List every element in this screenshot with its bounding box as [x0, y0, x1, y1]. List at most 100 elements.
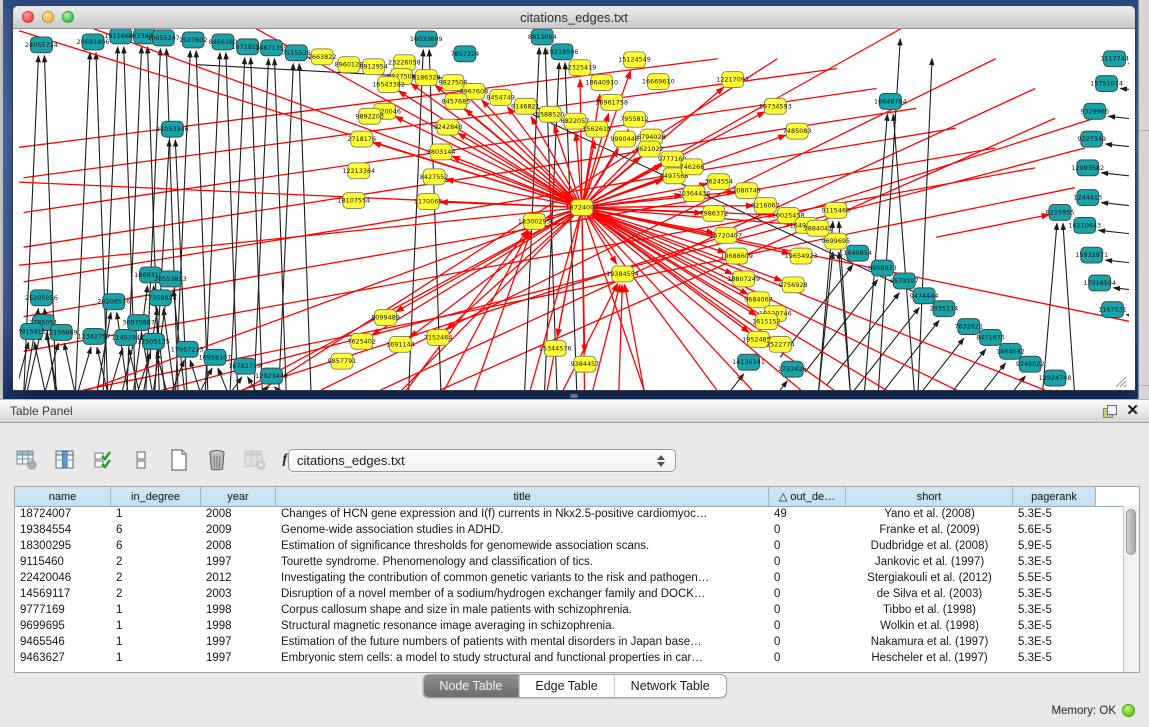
table-cell[interactable]: 5.3E-5: [1013, 588, 1096, 600]
table-cell[interactable]: 0: [769, 652, 846, 664]
table-cell[interactable]: Disruption of a novel member of a sodium…: [276, 588, 769, 600]
table-cell[interactable]: 5.9E-5: [1013, 540, 1096, 552]
network-graph[interactable]: 1872400776638228960128891295423226058982…: [19, 29, 1129, 390]
column-header-0[interactable]: name: [15, 487, 111, 506]
table-cell[interactable]: 2009: [201, 524, 276, 536]
table-cell[interactable]: 9465546: [15, 636, 111, 648]
table-row[interactable]: 969969511998Structural magnetic resonanc…: [15, 618, 1124, 634]
table-cell[interactable]: 19384554: [15, 524, 111, 536]
minimize-window-button[interactable]: [42, 11, 54, 23]
table-cell[interactable]: Structural magnetic resonance image aver…: [276, 620, 769, 632]
table-header-row[interactable]: namein_degreeyeartitle△ out_de…shortpage…: [15, 487, 1139, 507]
select-column-icon[interactable]: [52, 447, 78, 473]
tab-edge-table[interactable]: Edge Table: [519, 675, 614, 697]
table-cell[interactable]: 1: [111, 652, 201, 664]
row-options-icon[interactable]: [128, 447, 154, 473]
table-row[interactable]: 1938455462009Genome-wide association stu…: [15, 522, 1124, 538]
table-cell[interactable]: 1998: [201, 604, 276, 616]
table-cell[interactable]: 5.3E-5: [1013, 508, 1096, 520]
zoom-window-button[interactable]: [62, 11, 74, 23]
table-cell[interactable]: 1: [111, 620, 201, 632]
scrollbar-thumb[interactable]: [1126, 509, 1136, 555]
table-cell[interactable]: 9115460: [15, 556, 111, 568]
table-cell[interactable]: 1: [111, 636, 201, 648]
new-column-icon[interactable]: [166, 447, 192, 473]
table-cell[interactable]: 0: [769, 588, 846, 600]
network-window-titlebar[interactable]: citations_edges.txt: [13, 6, 1135, 29]
float-panel-icon[interactable]: [1103, 405, 1116, 417]
tab-network-table[interactable]: Network Table: [615, 675, 726, 697]
column-header-4[interactable]: △ out_de…: [769, 487, 846, 506]
table-cell[interactable]: Corpus callosum shape and size in male p…: [276, 604, 769, 616]
table-cell[interactable]: Tourette syndrome. Phenomenology and cla…: [276, 556, 769, 568]
table-cell[interactable]: Stergiakouli et al. (2012): [846, 572, 1013, 584]
table-cell[interactable]: Estimation of significance thresholds fo…: [276, 540, 769, 552]
delete-column-icon[interactable]: [204, 447, 230, 473]
table-cell[interactable]: 9777169: [15, 604, 111, 616]
table-cell[interactable]: 6: [111, 540, 201, 552]
table-cell[interactable]: 5.3E-5: [1013, 620, 1096, 632]
table-cell[interactable]: 2: [111, 588, 201, 600]
table-cell[interactable]: 9463627: [15, 652, 111, 664]
table-selector-dropdown[interactable]: citations_edges.txt: [288, 449, 676, 472]
table-cell[interactable]: 2003: [201, 588, 276, 600]
table-cell[interactable]: 1997: [201, 636, 276, 648]
table-row[interactable]: 1830029562008Estimation of significance …: [15, 538, 1124, 554]
panel-splitter[interactable]: [570, 394, 578, 398]
close-panel-icon[interactable]: ✕: [1126, 405, 1139, 417]
table-cell[interactable]: Franke et al. (2009): [846, 524, 1013, 536]
column-header-2[interactable]: year: [201, 487, 276, 506]
node-table[interactable]: namein_degreeyeartitle△ out_de…shortpage…: [14, 486, 1140, 673]
table-row[interactable]: 911546021997Tourette syndrome. Phenomeno…: [15, 554, 1124, 570]
table-row[interactable]: 2242004622012Investigating the contribut…: [15, 570, 1124, 586]
table-cell[interactable]: 1997: [201, 556, 276, 568]
table-cell[interactable]: Tibbo et al. (1998): [846, 604, 1013, 616]
table-cell[interactable]: Dudbridge et al. (2008): [846, 540, 1013, 552]
table-cell[interactable]: 2: [111, 572, 201, 584]
table-cell[interactable]: 5.6E-5: [1013, 524, 1096, 536]
table-cell[interactable]: 0: [769, 540, 846, 552]
table-cell[interactable]: 49: [769, 508, 846, 520]
table-cell[interactable]: 0: [769, 636, 846, 648]
table-settings-icon[interactable]: [14, 447, 40, 473]
table-cell[interactable]: 2008: [201, 540, 276, 552]
table-cell[interactable]: 9699695: [15, 620, 111, 632]
column-header-1[interactable]: in_degree: [111, 487, 201, 506]
table-cell[interactable]: 0: [769, 572, 846, 584]
table-cell[interactable]: 5.3E-5: [1013, 636, 1096, 648]
table-cell[interactable]: 1: [111, 508, 201, 520]
table-cell[interactable]: 18724007: [15, 508, 111, 520]
table-cell[interactable]: 5.3E-5: [1013, 604, 1096, 616]
table-cell[interactable]: 5.3E-5: [1013, 556, 1096, 568]
table-row[interactable]: 946362711997Embryonic stem cells: a mode…: [15, 650, 1124, 666]
table-cell[interactable]: 5.3E-5: [1013, 652, 1096, 664]
close-window-button[interactable]: [22, 11, 34, 23]
show-columns-icon[interactable]: [90, 447, 116, 473]
table-cell[interactable]: Jankovic et al. (1997): [846, 556, 1013, 568]
table-cell[interactable]: 0: [769, 524, 846, 536]
resize-grip[interactable]: [1111, 372, 1127, 388]
table-cell[interactable]: Estimation of the future numbers of pati…: [276, 636, 769, 648]
table-cell[interactable]: 22420046: [15, 572, 111, 584]
network-window[interactable]: citations_edges.txt 18724007766382289601…: [12, 5, 1136, 391]
delete-table-icon[interactable]: [242, 447, 268, 473]
column-header-6[interactable]: pagerank: [1013, 487, 1096, 506]
table-cell[interactable]: 2012: [201, 572, 276, 584]
table-cell[interactable]: de Silva et al. (2003): [846, 588, 1013, 600]
table-body[interactable]: 1872400712008Changes of HCN gene express…: [15, 506, 1124, 672]
table-cell[interactable]: Hescheler et al. (1997): [846, 652, 1013, 664]
table-cell[interactable]: Yano et al. (2008): [846, 508, 1013, 520]
table-cell[interactable]: 1997: [201, 652, 276, 664]
table-cell[interactable]: 2: [111, 556, 201, 568]
table-cell[interactable]: 0: [769, 604, 846, 616]
table-cell[interactable]: 6: [111, 524, 201, 536]
table-cell[interactable]: Nakamura et al. (1997): [846, 636, 1013, 648]
table-cell[interactable]: 5.5E-5: [1013, 572, 1096, 584]
table-row[interactable]: 1456911722003Disruption of a novel membe…: [15, 586, 1124, 602]
table-row[interactable]: 1872400712008Changes of HCN gene express…: [15, 506, 1124, 522]
table-row[interactable]: 946554611997Estimation of the future num…: [15, 634, 1124, 650]
column-header-3[interactable]: title: [276, 487, 769, 506]
table-cell[interactable]: Wolkin et al. (1998): [846, 620, 1013, 632]
table-cell[interactable]: Genome-wide association studies in ADHD.: [276, 524, 769, 536]
table-row[interactable]: 977716911998Corpus callosum shape and si…: [15, 602, 1124, 618]
